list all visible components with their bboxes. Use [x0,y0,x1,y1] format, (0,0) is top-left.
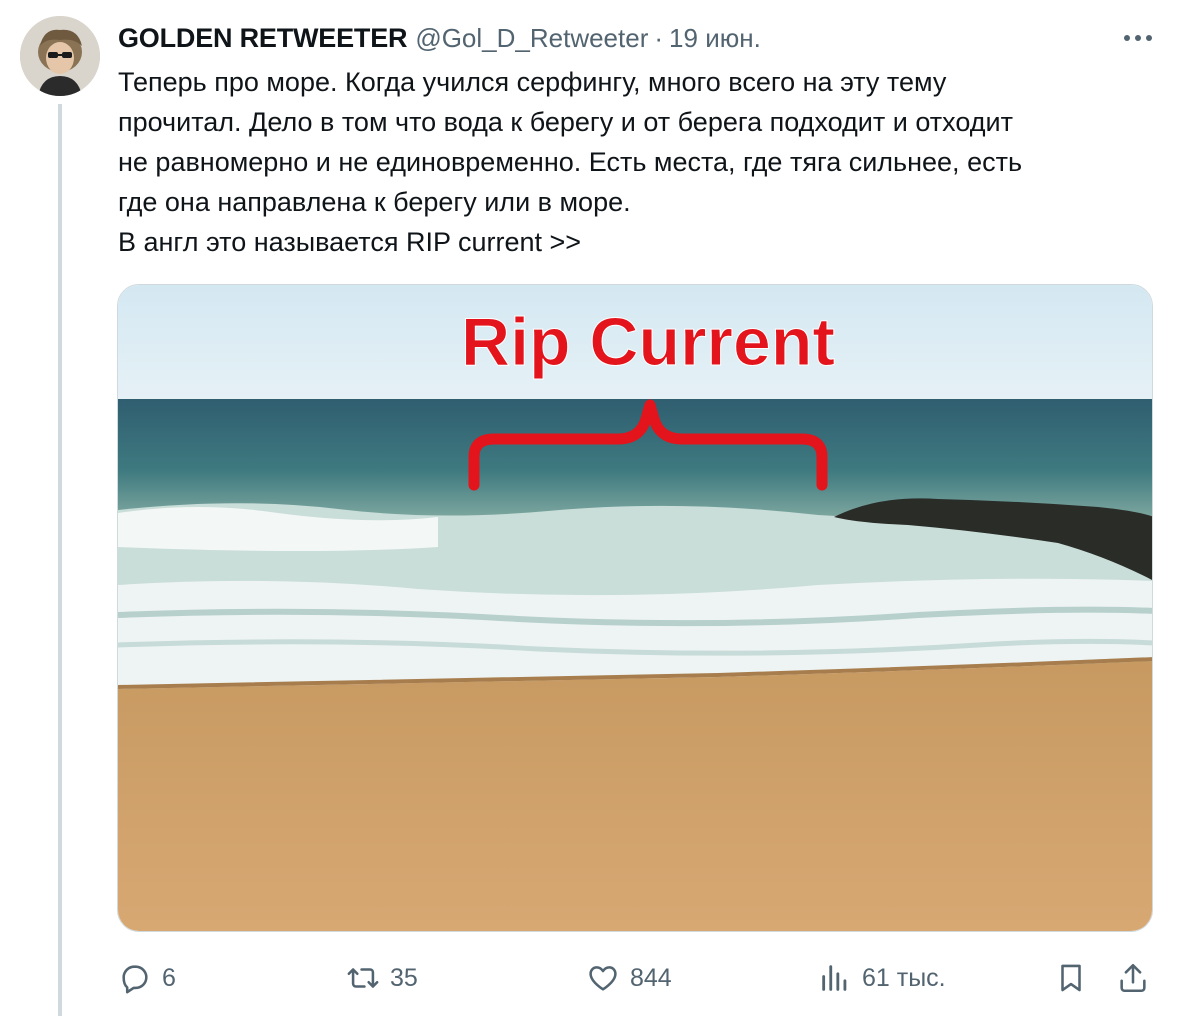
tweet-text-line: В англ это называется RIP current >> [118,227,582,257]
avatar-image [20,16,100,96]
like-button[interactable]: 844 [586,958,672,998]
tweet-text-line: не равномерно и не единовременно. Есть м… [118,147,1023,177]
bookmark-button[interactable] [1054,958,1088,998]
author-handle[interactable]: @Gol_D_Retweeter [415,23,648,54]
views-button[interactable]: 61 тыс. [818,958,946,998]
tweet-header: GOLDEN RETWEETER @Gol_D_Retweeter · 19 и… [118,20,1162,56]
bookmark-icon [1061,964,1081,992]
views-count: 61 тыс. [862,963,946,992]
tweet-text-line: Теперь про море. Когда учился серфингу, … [118,67,947,97]
rip-current-label: Rip Current [461,304,835,380]
tweet-text-line: где она направлена к берегу или в море. [118,187,631,217]
reply-button[interactable]: 6 [118,958,176,998]
tweet-date[interactable]: 19 июн. [669,23,761,54]
tweet-actions-bar: 6 35 844 61 тыс. [118,950,1160,1006]
like-count: 844 [630,963,672,992]
header-separator: · [654,22,664,53]
reply-icon [122,965,148,994]
share-button[interactable] [1116,958,1150,998]
tweet-text: Теперь про море. Когда учился серфингу, … [118,62,1158,262]
retweet-button[interactable]: 35 [346,958,418,998]
heart-icon [589,966,617,991]
avatar[interactable] [20,16,100,96]
reply-count: 6 [162,963,176,992]
share-icon [1120,963,1146,993]
author-name[interactable]: GOLDEN RETWEETER [118,23,408,54]
views-icon [822,965,847,991]
more-icon [1124,35,1152,41]
retweet-icon [347,968,379,988]
thread-connector-line [58,104,62,1016]
rip-current-photo: Rip Current [118,285,1152,931]
more-options-button[interactable] [1116,20,1160,56]
tweet-text-line: прочитал. Дело в том что вода к берегу и… [118,107,1013,137]
tweet-media-image[interactable]: Rip Current [117,284,1153,932]
retweet-count: 35 [390,963,418,992]
